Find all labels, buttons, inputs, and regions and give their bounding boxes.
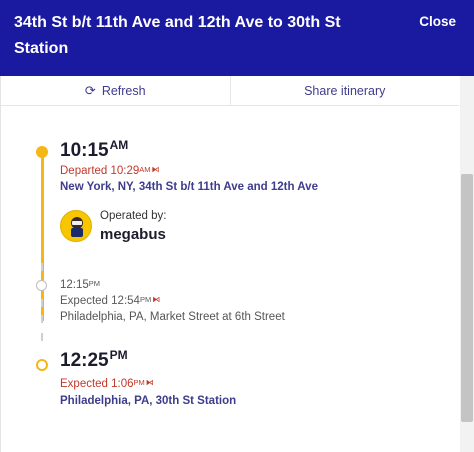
origin-status: Departed 10:29AM⧑ — [60, 165, 160, 177]
timeline-dash — [41, 263, 43, 271]
timeline-progress-line — [41, 153, 44, 321]
action-bar: ⟳ Refresh Share itinerary — [1, 76, 459, 106]
destination-scheduled-time: 12:25PM — [60, 348, 128, 371]
origin-location[interactable]: New York, NY, 34th St b/t 11th Ave and 1… — [60, 181, 318, 193]
origin-scheduled-time: 10:15AM — [60, 138, 129, 161]
origin-dot — [36, 146, 48, 158]
operator-name: megabus — [100, 226, 166, 243]
refresh-label: Refresh — [101, 83, 146, 98]
refresh-button[interactable]: ⟳ Refresh — [1, 76, 230, 105]
header-bar: 34th St b/t 11th Ave and 12th Ave to 30t… — [0, 0, 474, 76]
timeline-dash — [41, 333, 43, 341]
trip-title: 34th St b/t 11th Ave and 12th Ave to 30t… — [14, 14, 341, 57]
itinerary-sheet: ⟳ Refresh Share itinerary 10:15AM Depart… — [0, 76, 474, 452]
timeline-dash — [41, 315, 43, 323]
refresh-icon: ⟳ — [84, 82, 96, 98]
timeline-dash — [41, 299, 43, 307]
intermediate-location[interactable]: Philadelphia, PA, Market Street at 6th S… — [60, 311, 285, 323]
share-itinerary-button[interactable]: Share itinerary — [229, 76, 460, 105]
realtime-signal-icon: ⧑ — [145, 378, 154, 387]
scrollbar-thumb[interactable] — [461, 174, 473, 422]
destination-dot — [36, 359, 48, 371]
intermediate-dot — [36, 280, 47, 291]
operated-by-label: Operated by: — [100, 210, 167, 222]
intermediate-scheduled-time: 12:15PM — [60, 279, 101, 291]
close-button[interactable]: Close — [419, 14, 456, 29]
scrollbar[interactable] — [460, 76, 474, 452]
destination-status: Expected 1:06PM⧑ — [60, 378, 154, 390]
destination-location[interactable]: Philadelphia, PA, 30th St Station — [60, 395, 236, 407]
intermediate-status: Expected 12:54PM⧑ — [60, 295, 161, 307]
share-itinerary-label: Share itinerary — [304, 83, 386, 98]
realtime-signal-icon: ⧑ — [151, 165, 160, 174]
realtime-signal-icon: ⧑ — [152, 295, 161, 304]
megabus-mascot-icon — [60, 210, 92, 242]
